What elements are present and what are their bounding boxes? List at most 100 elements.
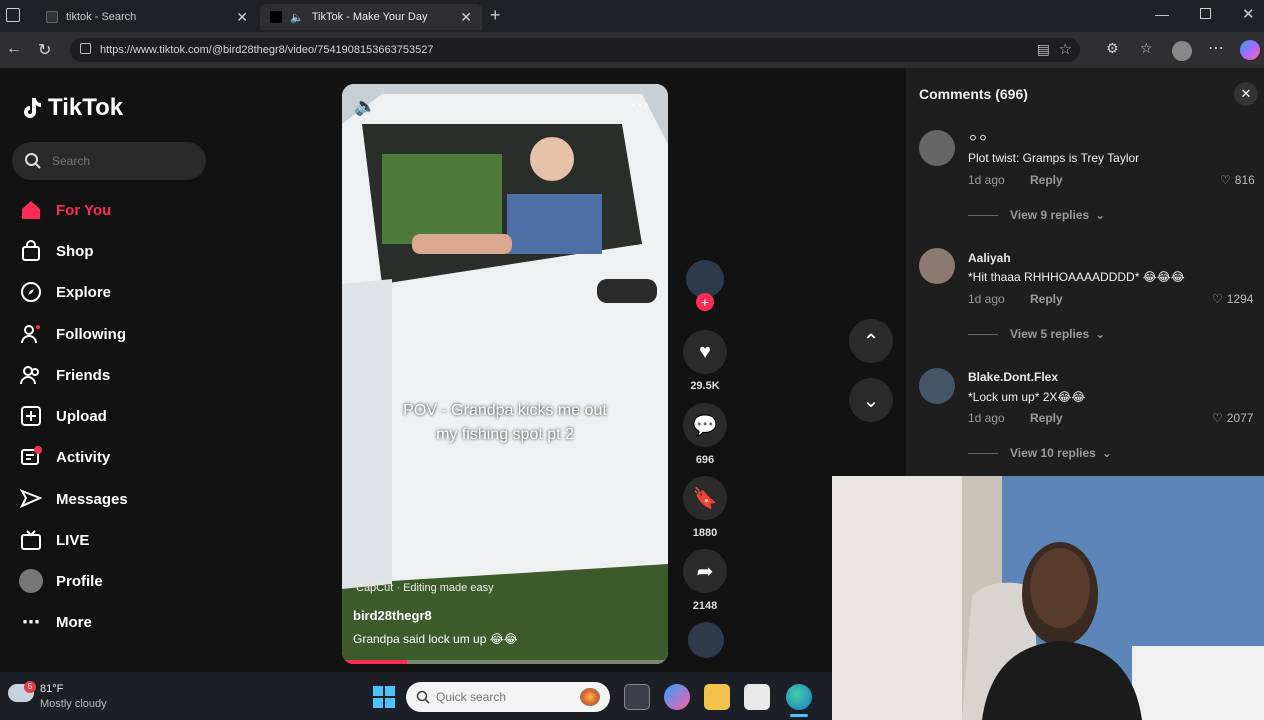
video-author[interactable]: bird28thegr8 bbox=[353, 608, 432, 623]
save-button[interactable]: 🔖 bbox=[683, 476, 727, 520]
minimize-icon[interactable]: — bbox=[1155, 6, 1169, 22]
sidebar-item-following[interactable]: Following bbox=[18, 321, 126, 347]
heart-outline-icon: ♡ bbox=[1220, 173, 1231, 187]
comment-avatar[interactable] bbox=[919, 368, 955, 404]
back-icon[interactable]: ← bbox=[6, 40, 22, 58]
music-disc-avatar[interactable] bbox=[688, 622, 724, 658]
sidebar-item-label: LIVE bbox=[56, 531, 90, 549]
comment-time: 1d ago bbox=[968, 173, 1005, 187]
reply-link[interactable]: Reply bbox=[1030, 292, 1063, 306]
site-info-icon[interactable] bbox=[80, 43, 91, 54]
sidebar-item-messages[interactable]: Messages bbox=[18, 486, 128, 512]
extensions-icon[interactable]: ⚙ bbox=[1106, 40, 1119, 57]
comment-avatar[interactable] bbox=[919, 248, 955, 284]
url-bar[interactable]: https://www.tiktok.com/@bird28thegr8/vid… bbox=[70, 38, 1080, 62]
copilot-taskbar-icon[interactable] bbox=[664, 684, 690, 710]
tiktok-favicon-icon bbox=[270, 11, 282, 23]
follow-plus-icon[interactable]: + bbox=[696, 293, 714, 311]
search-icon bbox=[416, 690, 430, 704]
tab-actions-icon[interactable] bbox=[6, 8, 20, 22]
search-input[interactable]: Search bbox=[12, 142, 206, 180]
next-video-button[interactable]: ⌄ bbox=[849, 378, 893, 422]
sidebar-item-label: Profile bbox=[56, 572, 103, 590]
reader-view-icon[interactable]: ▤ bbox=[1037, 41, 1050, 58]
favorites-icon[interactable]: ☆ bbox=[1140, 40, 1153, 57]
comment-like-button[interactable]: ♡ 1294 bbox=[1212, 292, 1253, 306]
comment-author[interactable]: Blake.Dont.Flex bbox=[968, 370, 1058, 384]
new-tab-icon[interactable]: + bbox=[490, 5, 501, 26]
sidebar-item-profile[interactable]: Profile bbox=[18, 568, 103, 594]
activity-icon bbox=[18, 444, 44, 470]
edge-icon[interactable] bbox=[786, 684, 812, 710]
previous-video-button[interactable]: ⌃ bbox=[849, 319, 893, 363]
volume-icon[interactable]: 🔈 bbox=[354, 96, 376, 117]
close-comments-icon[interactable]: ✕ bbox=[1234, 82, 1258, 106]
comment-avatar[interactable] bbox=[919, 130, 955, 166]
profile-avatar[interactable] bbox=[1172, 41, 1192, 61]
close-tab-icon[interactable]: ✕ bbox=[236, 9, 248, 26]
chevron-down-icon: ⌄ bbox=[862, 389, 880, 412]
sidebar-item-label: Activity bbox=[56, 448, 111, 466]
messages-icon bbox=[18, 486, 44, 512]
sidebar-item-friends[interactable]: Friends bbox=[18, 362, 110, 388]
sidebar-item-activity[interactable]: Activity bbox=[18, 444, 110, 470]
comment-like-button[interactable]: ♡ 816 bbox=[1220, 173, 1255, 187]
tiktok-favicon-icon bbox=[46, 11, 58, 23]
sidebar-item-explore[interactable]: Explore bbox=[18, 279, 111, 305]
refresh-icon[interactable]: ↻ bbox=[38, 40, 51, 60]
video-player[interactable]: 🔈 ⋯ POV - Grandpa kicks me out my fishin… bbox=[342, 84, 668, 664]
comment-author[interactable]: Aaliyah bbox=[968, 251, 1011, 265]
file-explorer-icon[interactable] bbox=[704, 684, 730, 710]
video-progress-track[interactable] bbox=[342, 660, 668, 664]
sidebar-item-for-you[interactable]: For You bbox=[18, 197, 111, 223]
capcut-label[interactable]: CapCut · Editing made easy bbox=[356, 582, 494, 594]
comment-author[interactable]: ⚪⚪ bbox=[968, 131, 988, 145]
url-text: https://www.tiktok.com/@bird28thegr8/vid… bbox=[100, 44, 434, 56]
tiktok-note-icon bbox=[24, 98, 41, 118]
chevron-up-icon: ⌃ bbox=[862, 330, 880, 353]
copilot-icon[interactable] bbox=[1240, 40, 1260, 60]
comment-like-count: 2077 bbox=[1226, 411, 1254, 425]
tab-tiktok-video[interactable]: 🔈 TikTok - Make Your Day ✕ bbox=[260, 4, 482, 30]
chevron-down-icon: ⌄ bbox=[1095, 208, 1106, 222]
comment-like-button[interactable]: ♡ 2077 bbox=[1212, 411, 1253, 425]
sidebar-item-more[interactable]: ⋯ More bbox=[18, 609, 92, 635]
view-replies-label: View 5 replies bbox=[1010, 327, 1090, 341]
reply-link[interactable]: Reply bbox=[1030, 173, 1063, 187]
active-app-indicator bbox=[790, 714, 808, 717]
view-replies-button[interactable]: View 10 replies ⌄ bbox=[968, 446, 1112, 460]
reply-link[interactable]: Reply bbox=[1030, 411, 1063, 425]
chevron-down-icon: ⌄ bbox=[1095, 327, 1106, 341]
comment-button[interactable]: 💬 bbox=[683, 403, 727, 447]
tab-tiktok-search[interactable]: tiktok - Search ✕ bbox=[36, 4, 258, 30]
sidebar-item-label: Messages bbox=[56, 490, 128, 508]
sidebar-item-upload[interactable]: Upload bbox=[18, 403, 107, 429]
sidebar-item-label: More bbox=[56, 613, 92, 631]
settings-menu-icon[interactable]: ⋯ bbox=[1208, 38, 1224, 58]
windows-start-icon[interactable] bbox=[372, 685, 396, 709]
view-replies-button[interactable]: View 9 replies ⌄ bbox=[968, 208, 1105, 222]
tiktok-logo[interactable]: TikTok bbox=[18, 94, 123, 122]
taskbar-search-placeholder: Quick search bbox=[436, 690, 507, 704]
comment-text: Plot twist: Gramps is Trey Taylor bbox=[968, 151, 1140, 165]
close-tab-icon[interactable]: ✕ bbox=[460, 9, 472, 26]
share-button[interactable]: ➦ bbox=[683, 549, 727, 593]
comment-text: *Hit thaaa RHHHOAAAADDDD* 😂😂😂 bbox=[968, 270, 1185, 284]
store-icon[interactable] bbox=[744, 684, 770, 710]
speaker-icon[interactable]: 🔈 bbox=[290, 11, 304, 24]
taskbar-search-input[interactable]: Quick search bbox=[406, 682, 610, 712]
close-window-icon[interactable]: ✕ bbox=[1242, 5, 1255, 23]
video-options-icon[interactable]: ⋯ bbox=[630, 92, 650, 117]
task-view-icon[interactable] bbox=[624, 684, 650, 710]
view-replies-button[interactable]: View 5 replies ⌄ bbox=[968, 327, 1105, 341]
search-highlight-icon bbox=[580, 688, 600, 706]
heart-icon: ♥ bbox=[699, 340, 711, 363]
comment-like-count: 1294 bbox=[1226, 292, 1254, 306]
like-button[interactable]: ♥ bbox=[683, 330, 727, 374]
favorite-star-icon[interactable]: ☆ bbox=[1059, 40, 1072, 58]
heart-outline-icon: ♡ bbox=[1212, 292, 1223, 306]
sidebar-item-label: For You bbox=[56, 201, 112, 219]
sidebar-item-shop[interactable]: Shop bbox=[18, 238, 94, 264]
sidebar-item-live[interactable]: LIVE bbox=[18, 527, 89, 553]
maximize-icon[interactable] bbox=[1200, 8, 1211, 19]
